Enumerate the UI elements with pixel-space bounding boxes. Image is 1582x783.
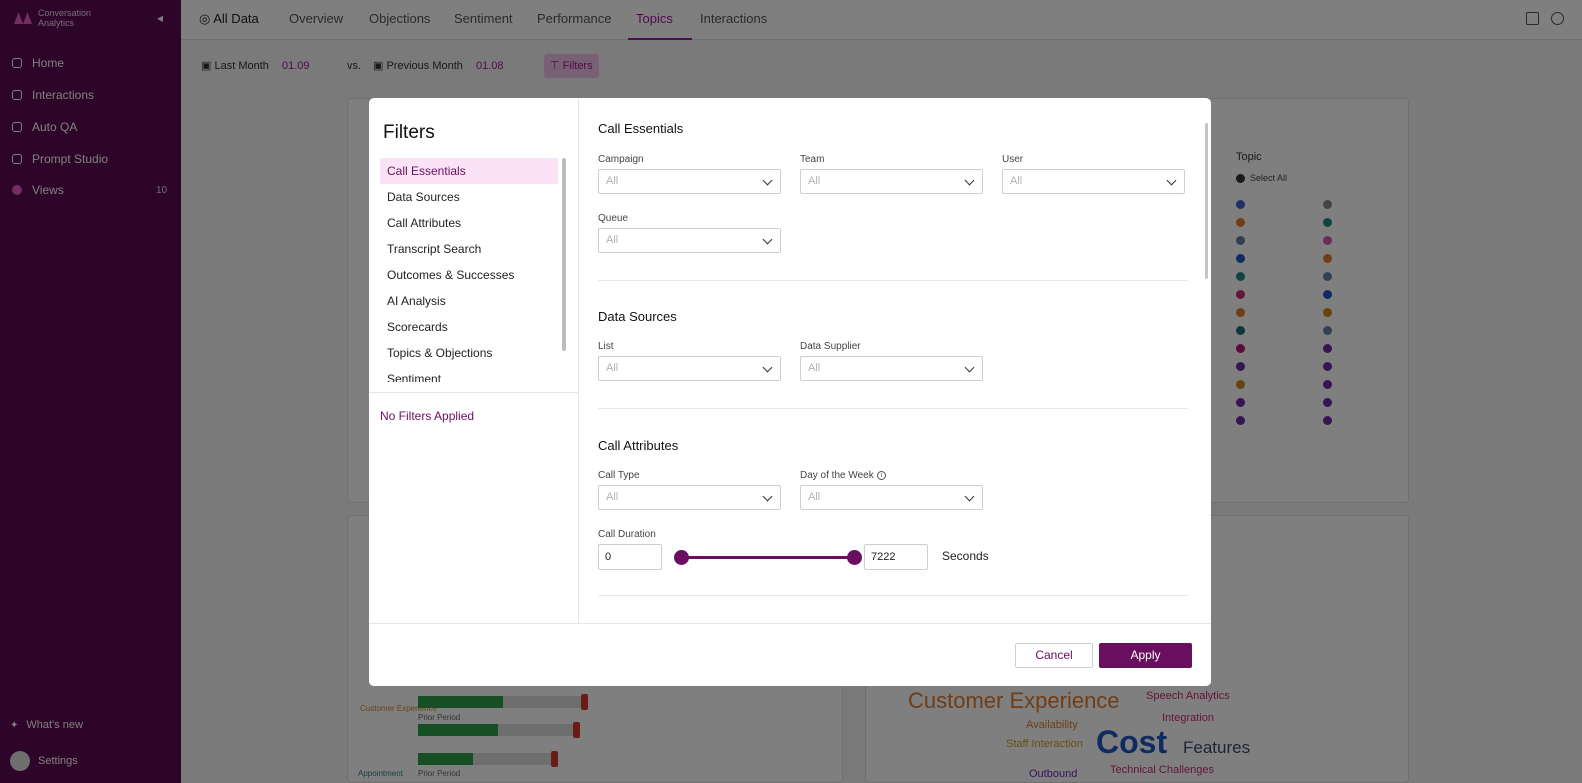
queue-select[interactable]: All: [598, 228, 781, 253]
chevron-down-icon: [964, 491, 975, 502]
nav-call-essentials[interactable]: Call Essentials: [380, 158, 558, 184]
nav-scrollbar[interactable]: [562, 158, 566, 351]
day-of-week-label-group: Day of the Week i: [800, 470, 886, 481]
nav-scorecards[interactable]: Scorecards: [380, 314, 558, 340]
campaign-value: All: [606, 175, 619, 187]
user-value: All: [1010, 175, 1023, 187]
duration-max-input[interactable]: 7222: [864, 544, 928, 570]
duration-min-input[interactable]: 0: [598, 544, 662, 570]
user-select[interactable]: All: [1002, 169, 1185, 194]
day-of-week-label: Day of the Week: [800, 470, 874, 481]
chevron-down-icon: [762, 175, 773, 186]
team-select[interactable]: All: [800, 169, 983, 194]
campaign-select[interactable]: All: [598, 169, 781, 194]
section-title-call-attributes: Call Attributes: [598, 438, 679, 453]
data-supplier-label: Data Supplier: [800, 341, 861, 352]
list-select[interactable]: All: [598, 356, 781, 381]
chevron-down-icon: [1166, 175, 1177, 186]
nav-sentiment[interactable]: Sentiment: [380, 366, 558, 382]
list-value: All: [606, 362, 619, 374]
filters-nav-panel: Filters Call Essentials Data Sources Cal…: [369, 98, 579, 623]
chevron-down-icon: [762, 234, 773, 245]
call-type-select[interactable]: All: [598, 485, 781, 510]
data-supplier-select[interactable]: All: [800, 356, 983, 381]
form-scrollbar[interactable]: [1205, 123, 1208, 279]
nav-transcript-search[interactable]: Transcript Search: [380, 236, 558, 262]
dialog-footer: Cancel Apply: [369, 623, 1211, 686]
nav-call-attributes[interactable]: Call Attributes: [380, 210, 558, 236]
section-title-call-essentials: Call Essentials: [598, 121, 684, 136]
apply-button[interactable]: Apply: [1099, 643, 1192, 668]
queue-value: All: [606, 234, 619, 246]
section-divider: [598, 280, 1188, 281]
dialog-title: Filters: [383, 122, 435, 143]
day-of-week-select[interactable]: All: [800, 485, 983, 510]
list-label: List: [598, 341, 614, 352]
filters-form: Call Essentials Campaign All Team All Us…: [579, 98, 1211, 623]
filters-dialog: Filters Call Essentials Data Sources Cal…: [369, 98, 1211, 686]
section-divider: [598, 595, 1188, 596]
user-label: User: [1002, 154, 1024, 165]
divider: [369, 392, 579, 393]
nav-data-sources[interactable]: Data Sources: [380, 184, 558, 210]
nav-topics-objections[interactable]: Topics & Objections: [380, 340, 558, 366]
nav-outcomes-successes[interactable]: Outcomes & Successes: [380, 262, 558, 288]
section-title-data-sources: Data Sources: [598, 309, 677, 324]
team-value: All: [808, 175, 821, 187]
chevron-down-icon: [762, 362, 773, 373]
chevron-down-icon: [964, 175, 975, 186]
cancel-button[interactable]: Cancel: [1015, 643, 1093, 668]
call-type-value: All: [606, 491, 619, 503]
duration-min-handle[interactable]: [674, 550, 689, 565]
filter-category-list: Call Essentials Data Sources Call Attrib…: [380, 158, 558, 382]
campaign-label: Campaign: [598, 154, 644, 165]
nav-ai-analysis[interactable]: AI Analysis: [380, 288, 558, 314]
day-of-week-value: All: [808, 491, 821, 503]
duration-max-handle[interactable]: [847, 550, 862, 565]
chevron-down-icon: [964, 362, 975, 373]
call-type-label: Call Type: [598, 470, 640, 481]
duration-slider-track[interactable]: [681, 556, 853, 559]
section-divider: [598, 408, 1188, 409]
team-label: Team: [800, 154, 825, 165]
data-supplier-value: All: [808, 362, 821, 374]
applied-filters-status: No Filters Applied: [380, 409, 475, 423]
queue-label: Queue: [598, 213, 629, 224]
call-duration-label: Call Duration: [598, 529, 656, 540]
info-icon[interactable]: i: [876, 471, 886, 480]
chevron-down-icon: [762, 491, 773, 502]
duration-unit-label: Seconds: [942, 549, 989, 563]
